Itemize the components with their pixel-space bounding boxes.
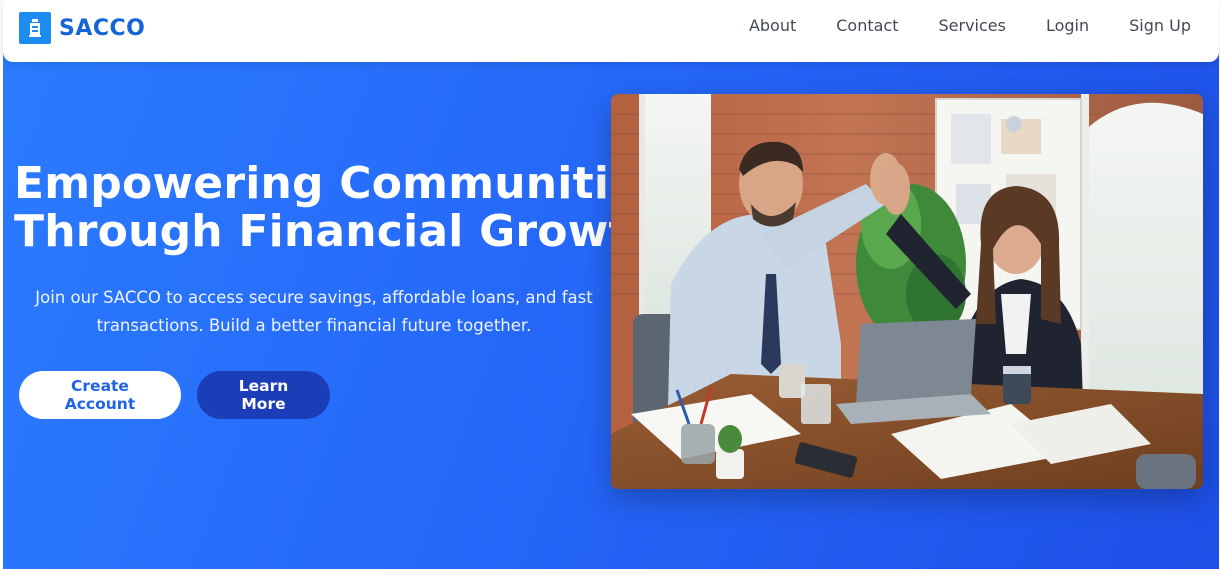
headline-line-2: Through Financial Growth xyxy=(14,206,662,257)
navbar: SACCO About Contact Services Login Sign … xyxy=(3,0,1219,62)
hero-image xyxy=(611,94,1203,489)
create-account-button[interactable]: Create Account xyxy=(19,371,181,419)
bank-building-icon xyxy=(19,12,51,44)
nav-item-sign-up[interactable]: Sign Up xyxy=(1129,15,1191,37)
nav-item-contact[interactable]: Contact xyxy=(836,15,898,37)
brand-name: SACCO xyxy=(59,15,146,41)
learn-more-button[interactable]: Learn More xyxy=(197,371,330,419)
headline-line-1: Empowering Communities xyxy=(14,158,666,209)
nav-links: About Contact Services Login Sign Up xyxy=(709,15,1191,37)
nav-item-services[interactable]: Services xyxy=(939,15,1006,37)
hero-buttons: Create Account Learn More xyxy=(19,371,330,419)
office-high-five-photo xyxy=(611,94,1203,489)
brand-logo[interactable]: SACCO xyxy=(19,12,145,44)
hero-headline: Empowering Communities Through Financial… xyxy=(14,160,665,256)
nav-item-login[interactable]: Login xyxy=(1046,15,1089,37)
hero-text: Empowering Communities Through Financial… xyxy=(14,160,665,340)
nav-item-about[interactable]: About xyxy=(749,15,796,37)
hero-subtext: Join our SACCO to access secure savings,… xyxy=(35,288,593,335)
